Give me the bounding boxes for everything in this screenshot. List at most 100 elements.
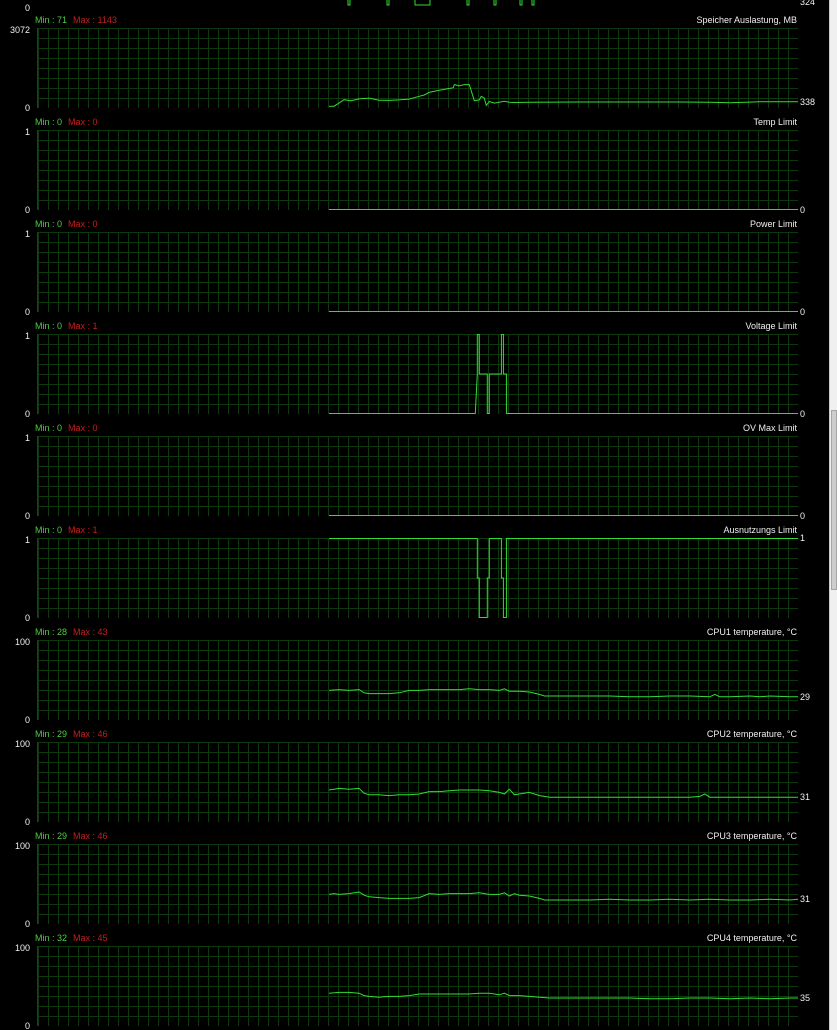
max-value: Max : 45 xyxy=(73,933,108,943)
plot-area xyxy=(37,130,798,210)
y-axis-min-label: 0 xyxy=(24,715,30,725)
max-value: Max : 46 xyxy=(73,729,108,739)
y-axis-min-label: 0 xyxy=(24,613,30,623)
graph-panel: Min : 0 Max : 1 Voltage Limit 1 0 0 xyxy=(0,320,829,422)
max-value: Max : 0 xyxy=(68,117,98,127)
graph-title: CPU3 temperature, °C xyxy=(706,831,797,841)
y-axis-max-label: 1 xyxy=(24,433,30,443)
graph-svg xyxy=(329,334,798,414)
min-value: Min : 0 xyxy=(35,525,63,535)
graph-panel: Min : 0 Max : 1 Ausnutzungs Limit 1 0 1 xyxy=(0,524,829,626)
graph-svg xyxy=(328,991,798,1000)
min-max-readout: Min : 29 Max : 46 xyxy=(35,831,108,842)
graph-svg xyxy=(329,515,798,516)
current-value-label: 29 xyxy=(800,691,811,702)
current-value-label: 31 xyxy=(800,894,811,905)
plot-area xyxy=(37,28,798,108)
graph-title: CPU1 temperature, °C xyxy=(706,627,797,637)
graph-panel: Min : 0 Max : 0 Power Limit 1 0 0 xyxy=(0,218,829,320)
min-value: Min : 32 xyxy=(35,933,68,943)
graph-svg xyxy=(328,787,798,798)
min-max-readout: Min : 0 Max : 1 xyxy=(35,321,98,332)
graph-title: Ausnutzungs Limit xyxy=(723,525,797,535)
y-axis-max-label: 1 xyxy=(24,127,30,137)
y-axis-max-label: 1 xyxy=(24,331,30,341)
min-value: Min : 0 xyxy=(35,219,63,229)
graph-svg xyxy=(329,311,798,312)
max-value: Max : 0 xyxy=(68,219,98,229)
graph-panel: Min : 29 Max : 46 CPU2 temperature, °C 100 0… xyxy=(0,728,829,830)
min-value: Min : 29 xyxy=(35,729,68,739)
graph-panel: Min : 32 Max : 45 CPU4 temperature, °C 100 0… xyxy=(0,932,829,1030)
min-max-readout: Min : 71 Max : 1143 xyxy=(35,15,117,26)
max-value: Max : 43 xyxy=(73,627,108,637)
min-value: Min : 28 xyxy=(35,627,68,637)
plot-area xyxy=(37,844,799,924)
y-axis-max-label: 100 xyxy=(14,841,30,851)
vertical-scrollbar[interactable] xyxy=(829,0,837,1030)
current-value-label: 338 xyxy=(800,96,816,107)
plot-area xyxy=(37,946,798,1026)
max-value: Max : 1 xyxy=(68,321,98,331)
graph-title: CPU2 temperature, °C xyxy=(706,729,797,739)
top-partial-graph xyxy=(347,0,535,6)
y-axis-max-label: 100 xyxy=(14,943,30,953)
min-max-readout: Min : 0 Max : 0 xyxy=(35,219,98,230)
max-value: Max : 1 xyxy=(68,525,98,535)
series-line xyxy=(328,688,798,698)
y-axis-min-label: 0 xyxy=(24,817,30,827)
plot-area xyxy=(37,232,798,312)
current-value-label: 0 xyxy=(800,511,806,521)
scrollbar-thumb[interactable] xyxy=(831,410,837,590)
min-value: Min : 0 xyxy=(35,423,63,433)
series-line xyxy=(329,83,798,107)
min-max-readout: Min : 0 Max : 0 xyxy=(35,117,98,128)
y-axis-min-label: 0 xyxy=(24,919,30,929)
graph-title: Voltage Limit xyxy=(745,321,797,331)
min-value: Min : 0 xyxy=(35,321,63,331)
plot-area xyxy=(37,640,798,720)
graph-panel: Min : 28 Max : 43 CPU1 temperature, °C 100 0… xyxy=(0,626,829,728)
top-partial-line xyxy=(347,0,535,6)
series-line xyxy=(328,787,798,798)
max-value: Max : 1143 xyxy=(73,15,117,25)
graph-panel: Min : 0 Max : 0 OV Max Limit 1 0 0 xyxy=(0,422,829,524)
min-max-readout: Min : 28 Max : 43 xyxy=(35,627,108,638)
graph-title: Temp Limit xyxy=(753,117,797,127)
min-max-readout: Min : 0 Max : 1 xyxy=(35,525,98,536)
graph-panel: Min : 29 Max : 46 CPU3 temperature, °C 100 0… xyxy=(0,830,829,932)
y-axis-min-label: 0 xyxy=(24,103,30,113)
min-value: Min : 29 xyxy=(35,831,68,841)
y-axis-max-label: 1 xyxy=(24,535,30,545)
min-max-readout: Min : 32 Max : 45 xyxy=(35,933,108,944)
max-value: Max : 46 xyxy=(73,831,108,841)
top-partial-y-min: 0 xyxy=(24,3,30,13)
current-value-label: 0 xyxy=(800,205,806,215)
graph-panel: Min : 0 Max : 0 Temp Limit 1 0 0 xyxy=(0,116,829,218)
y-axis-min-label: 0 xyxy=(24,409,30,419)
graph-title: Speicher Auslastung, MB xyxy=(696,15,797,25)
y-axis-min-label: 0 xyxy=(24,511,30,521)
top-partial-current-value: 324 xyxy=(800,0,816,7)
series-line xyxy=(329,334,798,414)
y-axis-max-label: 100 xyxy=(14,739,30,749)
graph-title: OV Max Limit xyxy=(742,423,797,433)
current-value-label: 0 xyxy=(800,409,806,419)
y-axis-min-label: 0 xyxy=(24,205,30,215)
y-axis-max-label: 100 xyxy=(14,637,30,647)
current-value-label: 31 xyxy=(800,792,811,803)
series-line xyxy=(328,991,798,1000)
min-max-readout: Min : 29 Max : 46 xyxy=(35,729,108,740)
series-line xyxy=(328,891,799,901)
current-value-label: 35 xyxy=(800,993,811,1003)
graph-svg xyxy=(328,891,799,901)
graph-svg xyxy=(329,538,798,618)
hardware-monitor-graph-area: 324 0 Min : 71 Max : 1143 Speicher Auslast… xyxy=(0,0,829,1030)
graph-svg xyxy=(328,688,798,698)
min-max-readout: Min : 0 Max : 0 xyxy=(35,423,98,434)
plot-area xyxy=(37,436,798,516)
graph-svg xyxy=(329,209,798,210)
current-value-label: 1 xyxy=(800,533,806,543)
graph-title: Power Limit xyxy=(749,219,797,229)
graph-panel: Min : 71 Max : 1143 Speicher Auslastung, M… xyxy=(0,14,829,116)
